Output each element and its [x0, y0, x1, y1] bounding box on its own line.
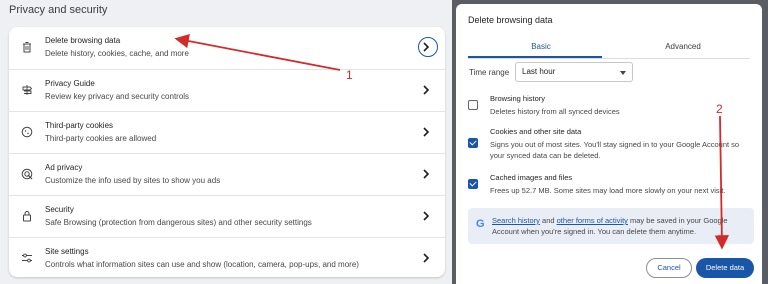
chevron-right-icon: [423, 127, 430, 137]
ad-privacy-row[interactable]: Ad privacy Customize the info used by si…: [9, 153, 445, 195]
chevron-right-icon: [423, 211, 430, 221]
google-icon: G: [476, 218, 485, 230]
row-description: Controls what information sites can use …: [45, 260, 359, 269]
trash-icon: [23, 42, 31, 53]
option-description: Signs you out of most sites. You'll stay…: [490, 140, 740, 160]
cookies-checkbox[interactable]: [468, 138, 478, 148]
lock-icon: [23, 211, 31, 222]
delete-browsing-data-row[interactable]: Delete browsing data Delete history, coo…: [9, 27, 445, 69]
other-activity-link[interactable]: other forms of activity: [557, 216, 628, 225]
row-description: Customize the info used by sites to show…: [45, 176, 221, 185]
chevron-right-icon: [423, 253, 430, 263]
sliders-icon: [22, 253, 32, 263]
delete-browsing-data-dialog: Delete browsing data Basic Advanced Time…: [456, 4, 762, 284]
cancel-button[interactable]: Cancel: [646, 258, 692, 278]
cookie-icon: [21, 126, 33, 138]
step-1-label: 1: [346, 68, 353, 82]
signpost-icon: [22, 85, 33, 95]
option-description: Deletes history from all synced devices: [490, 107, 620, 116]
notice-text: Search history and other forms of activi…: [492, 216, 728, 236]
row-title: Delete browsing data: [45, 36, 121, 45]
dropdown-arrow-icon: [620, 71, 626, 75]
time-range-select[interactable]: Last hour: [515, 62, 633, 82]
privacy-guide-row[interactable]: Privacy Guide Review key privacy and sec…: [9, 69, 445, 111]
chevron-right-icon: [423, 169, 430, 179]
section-title: Privacy and security: [9, 4, 108, 16]
time-range-value: Last hour: [522, 67, 556, 76]
cached-images-checkbox[interactable]: [468, 179, 478, 189]
option-title: Cookies and other site data: [490, 127, 582, 136]
delete-data-button[interactable]: Delete data: [696, 258, 754, 278]
row-title: Ad privacy: [45, 163, 83, 172]
chevron-right-icon: [423, 85, 430, 95]
active-tab-indicator: [468, 56, 602, 58]
row-description: Delete history, cookies, cache, and more: [45, 49, 189, 58]
row-description: Safe Browsing (protection from dangerous…: [45, 218, 312, 227]
tab-basic[interactable]: Basic: [468, 36, 614, 57]
row-title: Security: [45, 205, 74, 214]
row-title: Privacy Guide: [45, 79, 95, 88]
site-settings-row[interactable]: Site settings Controls what information …: [9, 237, 445, 277]
row-description: Third-party cookies are allowed: [45, 134, 157, 143]
option-title: Cached images and files: [490, 173, 573, 182]
tab-advanced[interactable]: Advanced: [610, 36, 756, 57]
row-description: Review key privacy and security controls: [45, 92, 190, 101]
search-history-link[interactable]: Search history: [492, 216, 540, 225]
privacy-settings-card: Delete browsing data Delete history, coo…: [9, 27, 445, 277]
option-description: Frees up 52.7 MB. Some sites may load mo…: [490, 186, 726, 195]
tab-divider: [468, 58, 750, 59]
row-title: Third-party cookies: [45, 121, 114, 130]
row-title: Site settings: [45, 247, 89, 256]
security-row[interactable]: Security Safe Browsing (protection from …: [9, 195, 445, 237]
time-range-label: Time range: [469, 68, 510, 77]
option-title: Browsing history: [490, 94, 546, 103]
ad-target-icon: [21, 168, 33, 180]
step-2-label: 2: [716, 102, 723, 116]
dialog-title: Delete browsing data: [468, 15, 553, 25]
chevron-right-icon: [423, 42, 430, 52]
google-account-notice: G Search history and other forms of acti…: [468, 208, 754, 244]
privacy-settings-panel: Privacy and security Delete browsing dat…: [0, 0, 452, 284]
browsing-history-checkbox[interactable]: [468, 100, 478, 110]
third-party-cookies-row[interactable]: Third-party cookies Third-party cookies …: [9, 111, 445, 153]
